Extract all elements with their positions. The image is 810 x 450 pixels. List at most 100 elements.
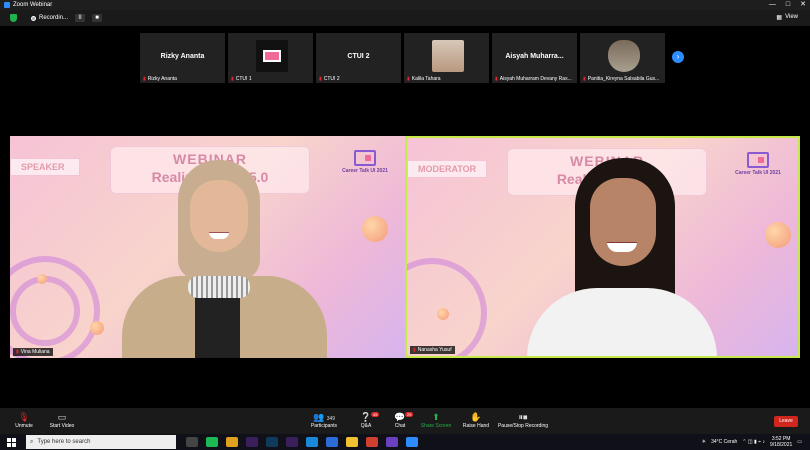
word-icon[interactable] (326, 437, 338, 447)
stop-recording-button[interactable]: ■ (92, 14, 103, 22)
grid-icon: ▦ (776, 15, 783, 21)
participant-label: Aisyah Muharram Devany Ras... (499, 76, 572, 82)
ct-logo-icon (354, 150, 376, 166)
recording-indicator: Recordin... II ■ (31, 14, 103, 22)
file-explorer-icon[interactable] (226, 437, 238, 447)
raise-hand-button[interactable]: ✋ Raise Hand (454, 411, 498, 429)
line-app-icon[interactable] (206, 437, 218, 447)
recording-label: Recordin... (39, 15, 69, 21)
view-button[interactable]: ▦ View (776, 14, 798, 21)
participant-label: Panitia_Kireyna Salsabila Gus... (587, 76, 660, 82)
moderator-video-tile[interactable]: MODERATOR WEBINAR Realizing ... 5.0 Care… (405, 136, 800, 358)
muted-mic-icon: ▮ (413, 347, 416, 353)
close-button[interactable]: ✕ (800, 0, 806, 10)
participant-thumbnail[interactable]: ▮ Panitia_Kireyna Salsabila Gus... (580, 33, 665, 83)
participants-count: 349 (326, 416, 336, 422)
moderator-face (590, 178, 656, 266)
premiere-icon-2[interactable] (286, 437, 298, 447)
participant-video (608, 40, 640, 72)
search-placeholder: Type here to search (37, 439, 91, 445)
zoom-app-icon (4, 2, 10, 8)
decor-orb (437, 308, 449, 320)
participant-thumbnail[interactable]: Rizky Ananta ▮ Rizky Ananta (140, 33, 225, 83)
participant-name: Aisyah Muharra... (505, 53, 564, 60)
taskbar-search[interactable]: ⌕ Type here to search (26, 435, 176, 449)
premiere-icon[interactable] (246, 437, 258, 447)
role-label: SPEAKER (10, 158, 80, 176)
pause-recording-button[interactable]: II (75, 14, 86, 22)
muted-mic-icon: ▮ (231, 76, 234, 82)
windows-start-icon[interactable] (4, 437, 18, 447)
view-label: View (785, 14, 798, 20)
participant-thumbnail[interactable]: CTUI 2 ▮ CTUI 2 (316, 33, 401, 83)
participant-thumbnail[interactable]: ▮ CTUI 1 (228, 33, 313, 83)
participant-name: Rizky Ananta (160, 53, 205, 60)
muted-mic-icon: ▮ (495, 76, 498, 82)
start-video-button[interactable]: ▭ Start Video (40, 411, 84, 429)
participant-name: CTUI 2 (347, 53, 370, 60)
participant-strip: Rizky Ananta ▮ Rizky Ananta ▮ CTUI 1 CTUI … (140, 33, 665, 83)
participant-label: CTUI 1 (235, 76, 252, 82)
chrome-icon[interactable] (366, 437, 378, 447)
clock-date: 9/18/2021 (770, 442, 793, 448)
decor-orb (37, 274, 47, 284)
participant-label: CTUI 2 (323, 76, 340, 82)
muted-mic-icon: ▮ (16, 349, 19, 355)
brand-text: Career Talk UI 2021 (735, 170, 781, 176)
share-screen-icon: ⬆ (432, 412, 440, 422)
teams-icon[interactable] (386, 437, 398, 447)
task-view-icon[interactable] (186, 437, 198, 447)
minimize-button[interactable]: — (769, 0, 776, 10)
chat-badge: 29 (405, 412, 414, 417)
brand-logo: Career Talk UI 2021 (728, 152, 788, 176)
participant-name-tag: ▮ Vina Muliana (13, 348, 53, 356)
participants-button[interactable]: 👥 349 Participants (302, 411, 346, 429)
notification-icon[interactable]: ▭ (797, 439, 802, 445)
participant-thumbnail[interactable]: Aisyah Muharra... ▮ Aisyah Muharram Devan… (492, 33, 577, 83)
tray-icons[interactable]: ⌃ ◫ ▮ ⌁ ♪ (742, 439, 765, 445)
sticky-notes-icon[interactable] (346, 437, 358, 447)
pause-stop-icon: ⏸⏹ (518, 412, 528, 422)
next-page-arrow-icon[interactable]: › (672, 51, 684, 63)
participant-thumbnail[interactable]: ▮ Kalila Tahara (404, 33, 489, 83)
maximize-button[interactable]: □ (786, 0, 790, 10)
speaker-face (190, 180, 248, 252)
start-video-label: Start Video (49, 423, 75, 429)
shield-icon[interactable] (10, 14, 17, 22)
recording-dot-icon (31, 15, 36, 21)
participants-icon: 👥 349 (312, 412, 336, 422)
zoom-icon[interactable] (406, 437, 418, 447)
muted-mic-icon: ▮ (583, 76, 586, 82)
weather-icon[interactable]: ☀ (702, 439, 706, 445)
photoshop-icon[interactable] (266, 437, 278, 447)
brand-text: Career Talk UI 2021 (342, 168, 388, 174)
participant-name: Vina Muliana (20, 349, 50, 355)
weather-text[interactable]: 34°C Cerah (711, 439, 737, 445)
ct-logo-icon (747, 152, 769, 168)
brand-logo: Career Talk UI 2021 (335, 150, 395, 174)
participant-label: Kalila Tahara (411, 76, 441, 82)
speaker-video-tile[interactable]: SPEAKER WEBINAR Realizing ... ty 5.0 Car… (10, 136, 405, 358)
meeting-controls-bar: 🎙 Unmute ▭ Start Video 👥 349 Participant… (0, 408, 810, 434)
window-titlebar: Zoom Webinar — □ ✕ (0, 0, 810, 10)
participants-label: Participants (310, 423, 338, 429)
edge-icon[interactable] (306, 437, 318, 447)
share-screen-label: Share Screen (420, 423, 452, 429)
decor-orb (765, 222, 791, 248)
decor-orb (90, 321, 104, 335)
windows-taskbar: ⌕ Type here to search ☀ 34°C Cerah ⌃ ◫ ▮… (0, 434, 810, 450)
hand-icon: ✋ (470, 412, 482, 422)
share-screen-button[interactable]: ⬆ Share Screen (414, 411, 458, 429)
role-label: MODERATOR (407, 160, 487, 178)
clock[interactable]: 3:52 PM 9/18/2021 (770, 436, 792, 448)
taskbar-apps (186, 437, 418, 447)
meeting-info-bar: Recordin... II ■ ▦ View (0, 10, 810, 26)
leave-button[interactable]: Leave (774, 416, 798, 427)
record-label: Pause/Stop Recording (497, 423, 549, 429)
participant-video (432, 40, 464, 72)
decor-orb (362, 216, 388, 242)
participant-label: Rizky Ananta (147, 76, 177, 82)
video-off-icon: ▭ (57, 412, 67, 422)
muted-mic-icon: ▮ (407, 76, 410, 82)
pause-stop-recording-button[interactable]: ⏸⏹ Pause/Stop Recording (496, 411, 550, 429)
